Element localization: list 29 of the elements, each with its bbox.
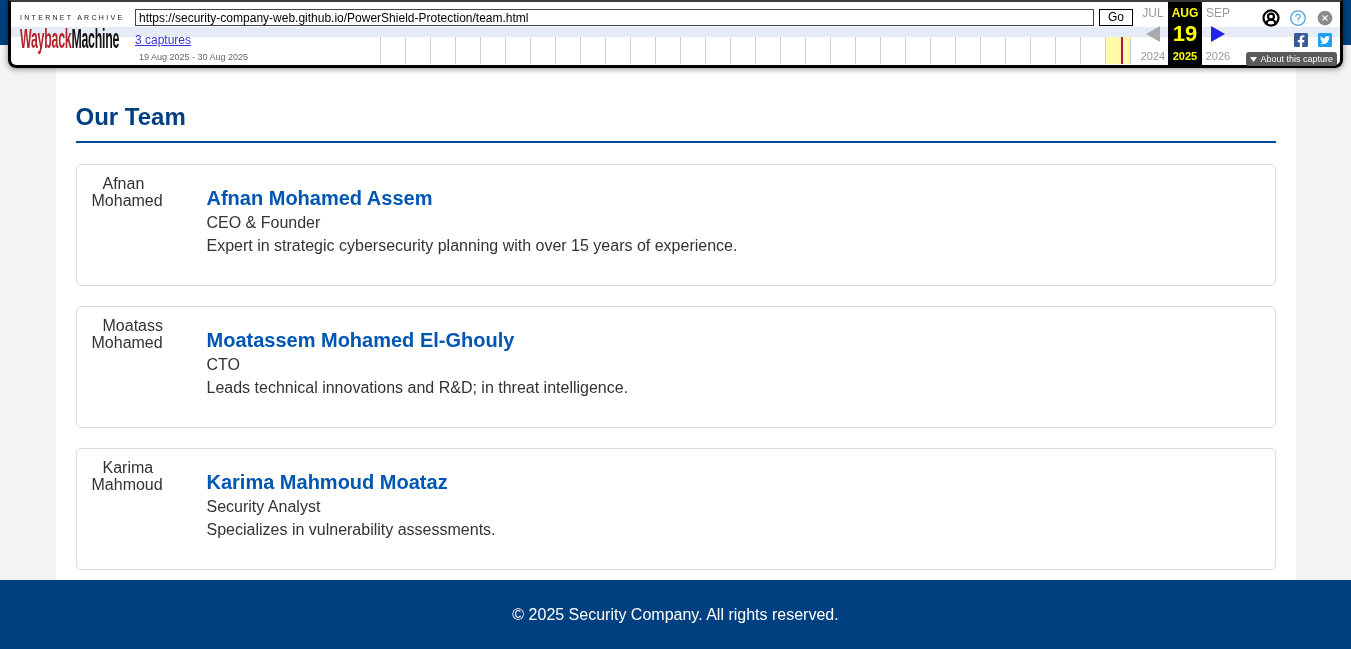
member-role: Security Analyst xyxy=(206,497,321,517)
member-name: Karima Mahmoud Moataz xyxy=(206,470,448,494)
date-range: 19 Aug 2025 - 30 Aug 2025 xyxy=(139,52,249,63)
member-bio: Specializes in vulnerability assessments. xyxy=(206,520,496,540)
member-role: CTO xyxy=(206,355,240,375)
twitter-icon[interactable] xyxy=(1317,32,1333,48)
image-alt-text: Karima Mahmoud xyxy=(91,459,164,493)
month-link[interactable]: AUG xyxy=(1171,5,1199,21)
member-name: Moatassem Mohamed El-Ghouly xyxy=(206,328,515,352)
go-button[interactable]: Go xyxy=(1099,9,1133,26)
image-alt-text: Afnan Mohamed xyxy=(91,175,164,209)
member-name: Afnan Mohamed Assem xyxy=(206,186,433,210)
member-role: CEO & Founder xyxy=(206,213,321,233)
close-icon[interactable] xyxy=(1316,9,1334,27)
logo-wordmark[interactable]: WaybackMachine xyxy=(20,26,120,52)
help-icon[interactable] xyxy=(1289,9,1307,27)
day-label: 19 xyxy=(1172,22,1198,46)
url-input[interactable]: https://security-company-web.github.io/PowerShield-Protection/team.html xyxy=(135,9,1094,26)
right-arrow-icon[interactable] xyxy=(1211,26,1225,42)
facebook-icon[interactable] xyxy=(1293,32,1309,48)
page-title: Our Team xyxy=(75,103,1276,143)
captures-link[interactable]: 3 captures xyxy=(135,33,192,47)
member-bio: Leads technical innovations and R&D; in threat intelligence. xyxy=(206,378,629,398)
image-alt-text: Moatass Mohamed xyxy=(91,317,164,351)
about-capture-button[interactable]: About this capture xyxy=(1246,52,1337,66)
copyright-text: © 2025 Security Company. All rights reserved. xyxy=(512,604,839,625)
member-bio: Expert in strategic cybersecurity planning with over 15 years of experience. xyxy=(206,236,738,256)
user-icon[interactable] xyxy=(1262,9,1280,27)
year-label: 2025 xyxy=(1172,49,1198,64)
